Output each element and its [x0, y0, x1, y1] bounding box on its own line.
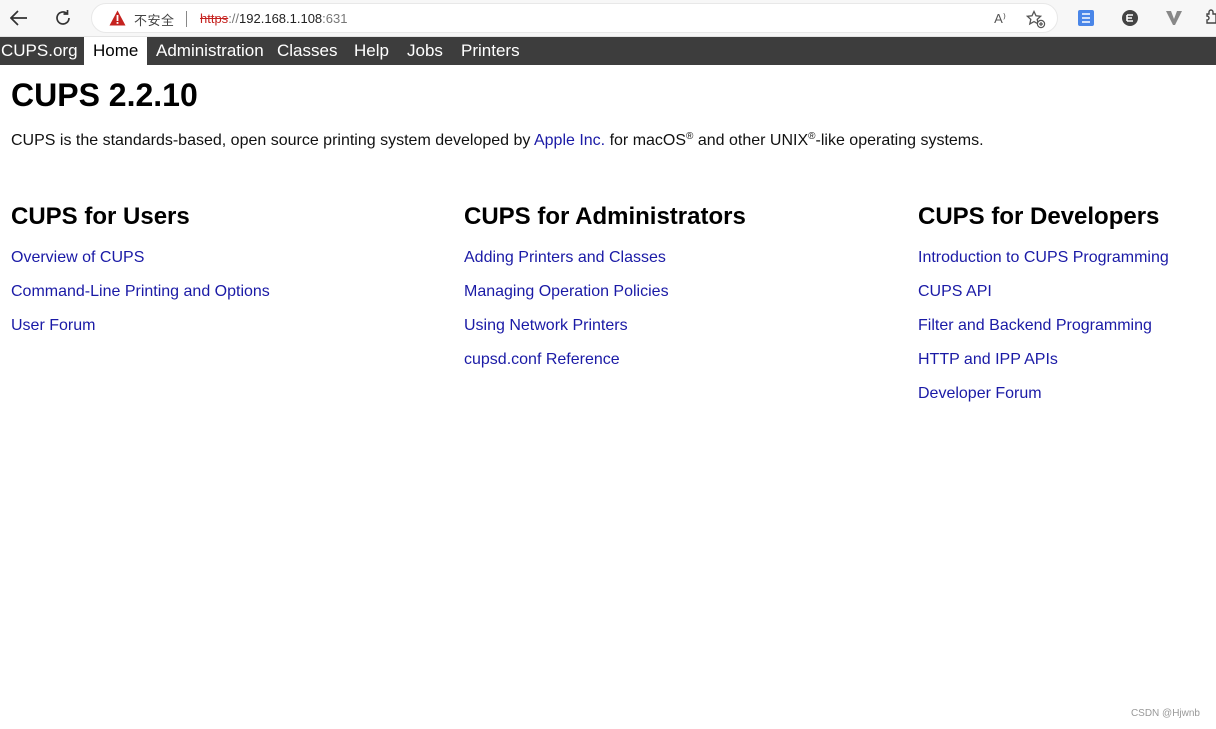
translate-icon	[1078, 10, 1094, 26]
list-item: CUPS API	[918, 283, 1208, 317]
url-text[interactable]: https://192.168.1.108:631	[200, 11, 347, 26]
url-port: :631	[322, 11, 348, 26]
link-cupsd-conf[interactable]: cupsd.conf Reference	[464, 351, 620, 368]
page-title: CUPS 2.2.10	[11, 77, 198, 113]
url-separator: ://	[228, 11, 240, 26]
list-item: Managing Operation Policies	[464, 283, 884, 317]
translate-extension-button[interactable]	[1074, 6, 1098, 30]
back-arrow-icon	[10, 10, 27, 26]
watermark: CSDN @Hjwnb	[1130, 708, 1200, 719]
extension-v-button[interactable]	[1162, 6, 1186, 30]
section-title-administrators: CUPS for Administrators	[464, 203, 746, 230]
list-item: Filter and Backend Programming	[918, 317, 1208, 351]
read-aloud-button[interactable]: A⁾	[989, 9, 1011, 29]
extension-e-icon	[1122, 10, 1138, 26]
nav-classes[interactable]: Classes	[277, 37, 337, 65]
nav-cups-org[interactable]: CUPS.org	[1, 37, 78, 65]
link-adding-printers[interactable]: Adding Printers and Classes	[464, 249, 666, 266]
cups-nav-bar: CUPS.org Home Administration Classes Hel…	[0, 37, 1216, 65]
list-item: cupsd.conf Reference	[464, 351, 884, 385]
intro-paragraph: CUPS is the standards-based, open source…	[11, 131, 984, 150]
developers-link-list: Introduction to CUPS Programming CUPS AP…	[918, 249, 1208, 419]
link-command-line-printing[interactable]: Command-Line Printing and Options	[11, 283, 270, 300]
intro-text-macos: for macOS	[605, 132, 687, 149]
users-link-list: Overview of CUPS Command-Line Printing a…	[11, 249, 431, 351]
url-host: 192.168.1.108	[239, 11, 323, 26]
url-scheme: https	[200, 11, 229, 26]
address-bar[interactable]: 不安全 https://192.168.1.108:631 A⁾	[91, 3, 1058, 33]
list-item: Overview of CUPS	[11, 249, 431, 283]
nav-printers[interactable]: Printers	[461, 37, 520, 65]
link-http-ipp-apis[interactable]: HTTP and IPP APIs	[918, 351, 1058, 368]
section-title-developers: CUPS for Developers	[918, 203, 1160, 230]
read-aloud-icon: A⁾	[994, 11, 1006, 26]
extension-overflow-button[interactable]	[1204, 6, 1216, 30]
list-item: HTTP and IPP APIs	[918, 351, 1208, 385]
administrators-link-list: Adding Printers and Classes Managing Ope…	[464, 249, 884, 385]
list-item: Using Network Printers	[464, 317, 884, 351]
list-item: Developer Forum	[918, 385, 1208, 419]
reload-icon	[56, 10, 70, 25]
link-user-forum[interactable]: User Forum	[11, 317, 95, 334]
intro-text-end: -like operating systems.	[815, 132, 984, 149]
back-button[interactable]	[5, 5, 33, 31]
administrators-section: CUPS for Administrators Adding Printers …	[464, 203, 884, 385]
star-add-icon	[1026, 9, 1046, 28]
developers-section: CUPS for Developers Introduction to CUPS…	[918, 203, 1208, 419]
extension-e-button[interactable]	[1118, 6, 1142, 30]
warning-icon[interactable]	[109, 10, 126, 26]
link-filter-backend[interactable]: Filter and Backend Programming	[918, 317, 1152, 334]
nav-home[interactable]: Home	[84, 37, 148, 65]
reload-button[interactable]	[49, 5, 77, 31]
extension-v-icon	[1166, 11, 1182, 25]
nav-help[interactable]: Help	[354, 37, 389, 65]
intro-text-unix: and other UNIX	[693, 132, 809, 149]
list-item: Command-Line Printing and Options	[11, 283, 431, 317]
list-item: User Forum	[11, 317, 431, 351]
apple-inc-link[interactable]: Apple Inc.	[534, 132, 605, 149]
nav-jobs[interactable]: Jobs	[407, 37, 443, 65]
list-item: Introduction to CUPS Programming	[918, 249, 1208, 283]
users-section: CUPS for Users Overview of CUPS Command-…	[11, 203, 431, 351]
link-cups-api[interactable]: CUPS API	[918, 283, 992, 300]
puzzle-icon	[1206, 9, 1216, 24]
link-managing-policies[interactable]: Managing Operation Policies	[464, 283, 669, 300]
address-separator	[186, 11, 187, 27]
intro-text-start: CUPS is the standards-based, open source…	[11, 132, 534, 149]
browser-toolbar: 不安全 https://192.168.1.108:631 A⁾	[0, 0, 1216, 37]
security-status-label[interactable]: 不安全	[134, 10, 175, 29]
link-overview-of-cups[interactable]: Overview of CUPS	[11, 249, 144, 266]
section-title-users: CUPS for Users	[11, 203, 190, 230]
registered-mark-2: ®	[808, 131, 816, 142]
nav-administration[interactable]: Administration	[156, 37, 264, 65]
add-favorite-button[interactable]	[1025, 9, 1047, 29]
link-intro-cups-programming[interactable]: Introduction to CUPS Programming	[918, 249, 1169, 266]
list-item: Adding Printers and Classes	[464, 249, 884, 283]
link-network-printers[interactable]: Using Network Printers	[464, 317, 628, 334]
link-developer-forum[interactable]: Developer Forum	[918, 385, 1042, 402]
